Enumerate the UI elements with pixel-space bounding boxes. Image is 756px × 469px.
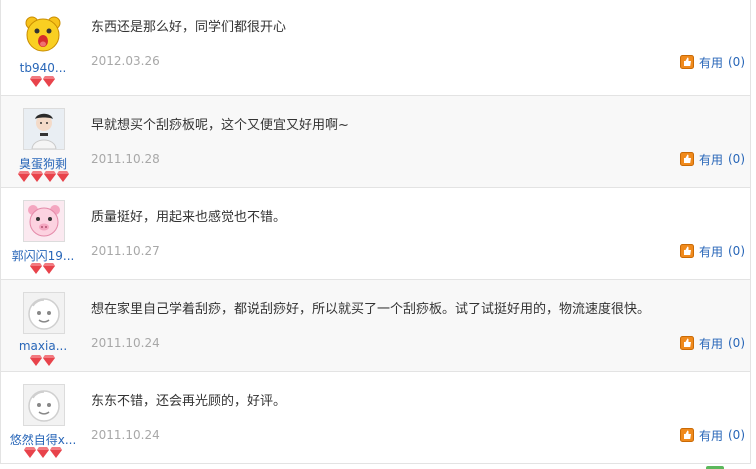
diamond-icon (18, 171, 30, 182)
reviewer-name[interactable]: tb940... (1, 61, 85, 75)
pink-pig-avatar[interactable] (23, 200, 65, 242)
diamond-icon (37, 447, 49, 458)
review-date: 2012.03.26 (91, 54, 160, 68)
diamond-icon (30, 355, 42, 366)
diamond-icon (44, 171, 56, 182)
useful-button[interactable]: 有用 (0) (679, 334, 745, 352)
useful-button[interactable]: 有用 (0) (679, 242, 745, 260)
review-content: 质量挺好，用起来也感觉也不错。 (91, 210, 287, 225)
diamond-icon (24, 447, 36, 458)
review-content: 东西还是那么好，同学们都很开心 (91, 20, 287, 35)
thumbs-up-icon (679, 152, 694, 166)
diamond-icon (31, 171, 43, 182)
review-item: tb940... 东西还是那么好，同学们都很开心 2012.03.26 有用 (… (0, 0, 751, 96)
useful-button[interactable]: 有用 (0) (679, 53, 745, 71)
useful-count: (0) (728, 55, 745, 69)
reviewer-info: 悠然自得x... (1, 372, 85, 463)
useful-button[interactable]: 有用 (0) (679, 150, 745, 168)
review-content: 想在家里自己学着刮痧，都说刮痧好，所以就买了一个刮痧板。试了试挺好用的，物流速度… (91, 302, 651, 317)
review-date: 2011.10.24 (91, 428, 160, 442)
default-face-avatar[interactable] (23, 384, 65, 426)
reviewer-info: 郭闪闪19... (1, 188, 85, 279)
reviewer-info: maxia... (1, 280, 85, 371)
reviewer-info: 臭蛋狗剩 (1, 96, 85, 187)
review-content: 东东不错，还会再光顾的，好评。 (91, 394, 287, 409)
useful-label: 有用 (698, 55, 723, 70)
thumbs-up-icon (679, 244, 694, 258)
useful-count: (0) (728, 152, 745, 166)
diamond-icon (43, 263, 55, 274)
thumbs-up-icon (679, 336, 694, 350)
useful-count: (0) (728, 336, 745, 350)
review-item: 郭闪闪19... 质量挺好，用起来也感觉也不错。 2011.10.27 有用 (… (0, 188, 751, 280)
review-date: 2011.10.27 (91, 244, 160, 258)
useful-count: (0) (728, 244, 745, 258)
review-date: 2011.10.28 (91, 152, 160, 166)
review-list: tb940... 东西还是那么好，同学们都很开心 2012.03.26 有用 (… (0, 0, 751, 469)
reviewer-info: tb940... (1, 0, 85, 95)
reviewer-name[interactable]: 郭闪闪19... (1, 247, 85, 264)
diamond-icon (50, 447, 62, 458)
rank-badges (30, 355, 55, 367)
useful-label: 有用 (698, 336, 723, 351)
child-photo-avatar[interactable] (23, 108, 65, 150)
useful-label: 有用 (698, 152, 723, 167)
diamond-icon (43, 355, 55, 366)
diamond-icon (30, 263, 42, 274)
rank-badges (30, 76, 55, 88)
reviewer-name[interactable]: maxia... (1, 339, 85, 353)
useful-count: (0) (728, 428, 745, 442)
useful-label: 有用 (698, 244, 723, 259)
useful-button[interactable]: 有用 (0) (679, 426, 745, 444)
review-item: maxia... 想在家里自己学着刮痧，都说刮痧好，所以就买了一个刮痧板。试了试… (0, 280, 751, 372)
review-date: 2011.10.24 (91, 336, 160, 350)
review-item: 臭蛋狗剩 早就想买个刮痧板呢，这个又便宜又好用啊~ 2011.10.28 有用 … (0, 96, 751, 188)
yellow-bear-avatar[interactable] (23, 14, 63, 54)
rank-badges (24, 447, 62, 459)
reviewer-name[interactable]: 悠然自得x... (1, 431, 85, 448)
diamond-icon (43, 76, 55, 87)
diamond-icon (30, 76, 42, 87)
useful-label: 有用 (698, 428, 723, 443)
reviewer-name[interactable]: 臭蛋狗剩 (1, 155, 85, 172)
thumbs-up-icon (679, 55, 694, 69)
default-face-avatar[interactable] (23, 292, 65, 334)
review-content: 早就想买个刮痧板呢，这个又便宜又好用啊~ (91, 118, 349, 133)
diamond-icon (57, 171, 69, 182)
rank-badges (18, 171, 69, 183)
rank-badges (30, 263, 55, 275)
review-item: 悠然自得x... 东东不错，还会再光顾的，好评。 2011.10.24 有用 (… (0, 372, 751, 464)
thumbs-up-icon (679, 428, 694, 442)
